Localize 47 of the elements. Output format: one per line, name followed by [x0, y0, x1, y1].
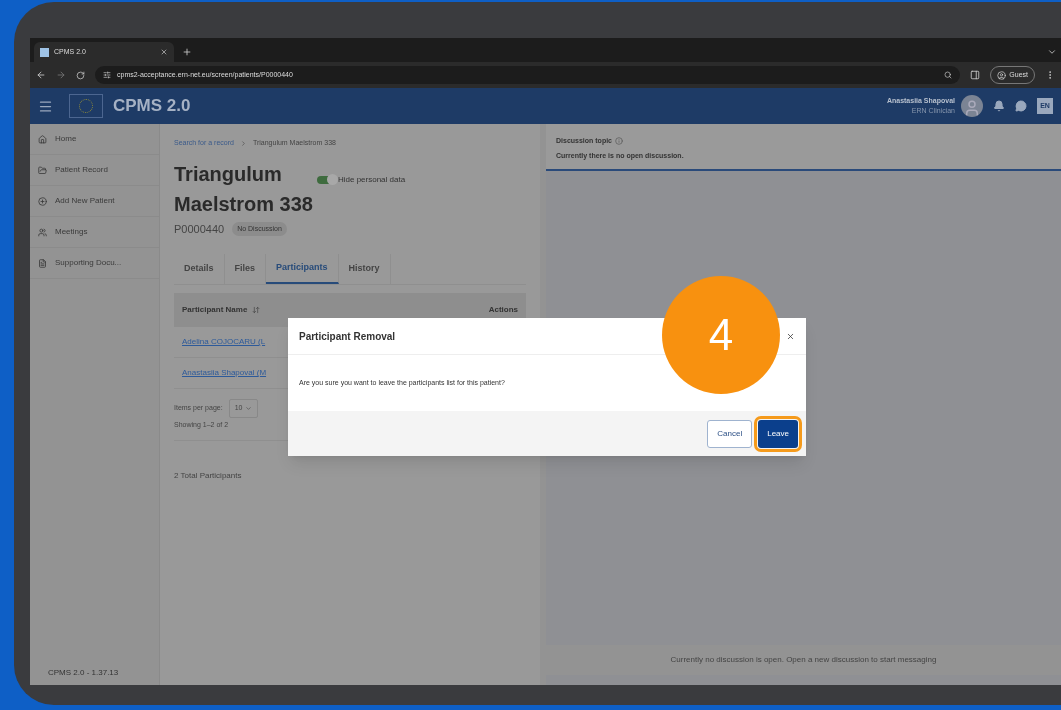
sidebar-item[interactable]: Add New Patient — [30, 186, 159, 217]
menu-icon[interactable] — [38, 98, 53, 114]
column-header: Actions — [488, 304, 518, 316]
profile-icon — [997, 70, 1007, 80]
total-participants: 2 Total Participants — [174, 471, 242, 480]
document-icon — [38, 258, 47, 268]
dialog-title: Participant Removal — [299, 329, 396, 344]
sidebar-item[interactable]: Patient Record — [30, 155, 159, 186]
chevron-right-icon — [239, 139, 247, 147]
chevron-icon[interactable] — [1047, 47, 1057, 57]
tab[interactable]: History — [338, 254, 391, 284]
people-icon — [38, 227, 47, 237]
tab[interactable]: Details — [174, 254, 225, 284]
sidebar-item[interactable]: Meetings — [30, 217, 159, 248]
chevron-down-icon — [245, 404, 253, 412]
bell-icon[interactable] — [993, 100, 1005, 112]
house-icon — [38, 134, 47, 144]
eu-flag-logo — [69, 94, 103, 118]
patient-name: Triangulum — [174, 161, 283, 187]
tab[interactable]: Participants — [266, 254, 339, 284]
back-icon[interactable] — [36, 70, 46, 80]
site-settings-icon[interactable] — [103, 71, 111, 79]
favicon-icon — [40, 47, 49, 57]
app-title: CPMS 2.0 — [113, 95, 191, 118]
sidebar-item[interactable]: Supporting Docu... — [30, 248, 159, 279]
tab[interactable]: Files — [224, 254, 267, 284]
patient-name: Maelstrom 338 — [174, 191, 313, 217]
participant-link[interactable]: Anastasiia Shapoval (M — [182, 367, 267, 379]
patient-id: P0000440 — [174, 221, 225, 237]
cancel-button[interactable]: Cancel — [707, 419, 753, 448]
toggle-label: Hide personal data — [337, 173, 406, 186]
chat-icon[interactable] — [1015, 100, 1027, 112]
avatar-icon[interactable] — [961, 95, 983, 117]
sidebar-item[interactable]: Home — [30, 124, 159, 155]
toggle-switch[interactable] — [316, 175, 335, 184]
reload-icon[interactable] — [76, 70, 85, 80]
plus-circle-icon — [38, 196, 47, 206]
forward-icon[interactable] — [56, 70, 66, 80]
search-icon[interactable] — [944, 71, 953, 79]
side-panel-icon[interactable] — [970, 70, 981, 80]
participant-link[interactable]: Adelina COJOCARU (L — [182, 336, 266, 348]
column-header[interactable]: Participant Name — [182, 304, 248, 316]
close-icon[interactable] — [160, 48, 168, 56]
folder-icon — [38, 165, 47, 175]
close-icon[interactable] — [786, 331, 795, 341]
new-tab-icon[interactable] — [182, 47, 192, 57]
version-label: CPMS 2.0 - 1.37.13 — [47, 667, 120, 679]
